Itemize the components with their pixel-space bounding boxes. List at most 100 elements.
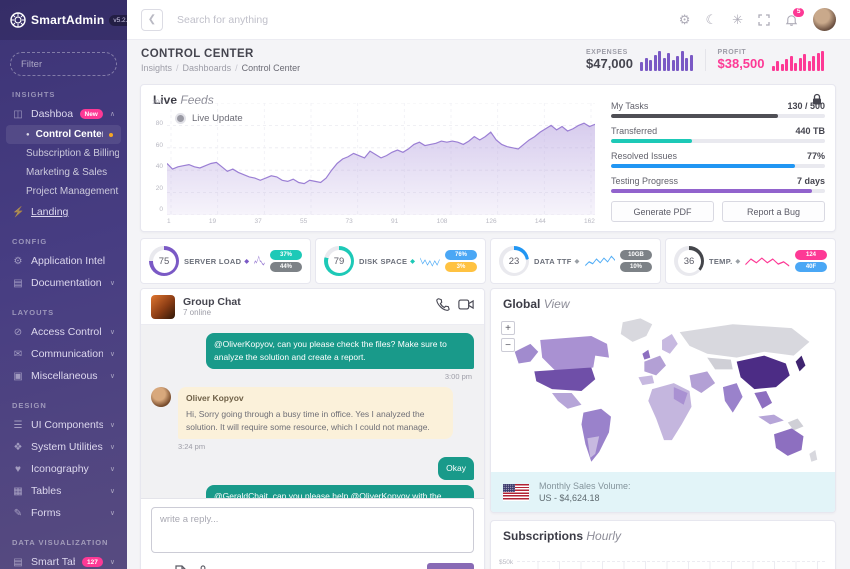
reply-button[interactable]: Reply <box>426 563 474 569</box>
phone-call-icon[interactable] <box>436 297 450 316</box>
notifications-bell-icon[interactable]: 5 <box>785 8 804 26</box>
lightning-icon: ⚡ <box>12 206 25 218</box>
dark-mode-moon-icon[interactable]: ☾ <box>705 13 717 26</box>
sidebar-item-forms[interactable]: ✎ Forms ∨ <box>0 502 127 524</box>
stat-badge: 37% <box>270 250 302 260</box>
app-name: SmartAdmin <box>31 13 105 27</box>
sidebar-item-landing[interactable]: ⚡ Landing <box>0 201 127 223</box>
stat-card-disk-space: 79 DISK SPACE ◆ 76% 3% <box>315 238 486 284</box>
live-chart-x-axis: 1 19 37 55 73 91 108 126 144 162 <box>167 218 595 225</box>
microphone-icon[interactable] <box>198 564 208 569</box>
sidebar-item-iconography[interactable]: ♥ Iconography ∨ <box>0 458 127 480</box>
monthly-sales-footer: Monthly Sales Volume: US - $4,624.18 <box>491 472 835 512</box>
sidebar-item-control-center[interactable]: ● Control Center <box>6 125 121 144</box>
server-load-sparkline <box>254 255 265 266</box>
sidebar-item-marketing-sales[interactable]: Marketing & Sales <box>0 163 127 182</box>
data-ttf-ring: 23 <box>499 246 529 276</box>
user-avatar[interactable] <box>813 8 836 31</box>
chat-title: Group Chat <box>183 296 241 308</box>
expenses-value: $47,000 <box>586 56 633 71</box>
breadcrumb-insights[interactable]: Insights <box>141 63 172 73</box>
fullscreen-icon[interactable] <box>758 13 770 26</box>
sidebar-item-miscellaneous[interactable]: ▣ Miscellaneous ∨ <box>0 365 127 387</box>
sidebar-item-ui-components[interactable]: ☰ UI Components ∨ <box>0 414 127 436</box>
stat-badge: 76% <box>445 250 477 260</box>
progress-track <box>611 114 825 118</box>
sales-volume-value: US - $4,624.18 <box>539 493 600 503</box>
sidebar-item-dashboards[interactable]: ◫ Dashboards New ∧ <box>0 103 127 125</box>
chat-message-sent: @GeraldChait, can you please help @Olive… <box>151 484 474 498</box>
profit-minibar-chart <box>771 51 824 71</box>
live-update-radio-icon[interactable] <box>175 113 186 124</box>
progress-track <box>611 164 825 168</box>
disk-space-ring: 79 <box>324 246 354 276</box>
gear-icon: ⚙ <box>13 255 23 267</box>
task-transferred: Transferred 440 TB <box>611 126 825 143</box>
page-title: CONTROL CENTER <box>141 47 254 60</box>
generate-pdf-button[interactable]: Generate PDF <box>611 201 714 222</box>
stat-badge: 10GB <box>620 250 652 260</box>
map-zoom-in-button[interactable]: + <box>501 321 515 335</box>
sidebar-item-communication[interactable]: ✉ Communication ∨ <box>0 343 127 365</box>
task-testing-progress: Testing Progress 7 days <box>611 176 825 193</box>
theme-shutter-icon[interactable]: ✳ <box>732 13 743 26</box>
profit-value: $38,500 <box>717 56 765 71</box>
heart-icon: ♥ <box>15 463 21 475</box>
archive-icon: ▣ <box>13 370 23 382</box>
version-badge: v5.2.0 <box>109 14 127 26</box>
map-zoom-out-button[interactable]: − <box>501 338 515 352</box>
stat-card-server-load: 75 SERVER LOAD ◆ 37% 44% <box>140 238 311 284</box>
subscriptions-y-tick: $50k <box>499 559 514 566</box>
global-view-title: Global View <box>503 297 570 311</box>
stat-badge: 44% <box>270 262 302 272</box>
sidebar-item-subscription-billing[interactable]: Subscription & Billing <box>0 144 127 163</box>
sidebar-item-access-control[interactable]: ⊘ Access Control ∨ <box>0 321 127 343</box>
search-input[interactable]: Search for anything <box>177 14 679 26</box>
chevron-down-icon: ∨ <box>109 422 115 429</box>
sidebar-item-project-management[interactable]: Project Management <box>0 182 127 201</box>
chat-message-sent: @OliverKopyov, can you please check the … <box>151 333 474 369</box>
server-load-ring: 75 <box>149 246 179 276</box>
sidebar-item-application-intel[interactable]: ⚙ Application Intel <box>0 250 127 272</box>
live-chart-y-axis: 100 80 60 40 20 0 <box>152 99 163 213</box>
chat-message-list[interactable]: @OliverKopyov, can you please check the … <box>141 325 484 498</box>
count-badge: 127 <box>82 557 103 567</box>
world-map[interactable] <box>497 313 831 473</box>
sidebar-collapse-button[interactable]: ❮ <box>141 8 163 31</box>
sidebar-item-system-utilities[interactable]: ❖ System Utilities ∨ <box>0 436 127 458</box>
table-icon: ▦ <box>13 485 23 497</box>
sender-name: Oliver Kopyov <box>186 392 244 403</box>
settings-gear-icon[interactable]: ⚙ <box>679 13 691 26</box>
subscriptions-panel: Subscriptions Hourly $50k <box>490 520 836 569</box>
message-time: 3:24 pm <box>178 441 206 451</box>
live-feeds-panel: Live Feeds 100 80 60 40 20 0 1 19 37 55 73 91 … <box>140 84 836 232</box>
chat-online-count: 7 online <box>183 308 212 317</box>
app-logo[interactable]: SmartAdmin v5.2.0 <box>0 0 127 40</box>
chevron-down-icon: ∨ <box>109 466 115 473</box>
smartadmin-logo-icon <box>10 12 26 28</box>
video-call-icon[interactable] <box>458 298 474 316</box>
sidebar-item-smart-tables[interactable]: ▤ Smart Tables 127 ∨ <box>0 551 127 569</box>
group-chat-panel: Group Chat 7 online @OliverKopyov, can y… <box>140 288 485 569</box>
reply-input[interactable] <box>151 507 474 553</box>
breadcrumb-current: Control Center <box>241 62 301 73</box>
section-label-config: Config <box>12 237 48 246</box>
section-label-layouts: Layouts <box>12 308 55 317</box>
notification-count-badge: 5 <box>793 8 804 17</box>
report-bug-button[interactable]: Report a Bug <box>722 201 825 222</box>
chevron-down-icon: ∨ <box>109 351 115 358</box>
sidebar-filter-input[interactable] <box>10 52 117 76</box>
stat-card-data-ttf: 23 DATA TTF ◆ 10GB 10% <box>490 238 661 284</box>
chevron-down-icon: ∨ <box>109 488 115 495</box>
subscriptions-chart-grid <box>517 561 825 569</box>
sales-volume-label: Monthly Sales Volume: <box>539 481 631 491</box>
chat-reply-area: ☺ Reply <box>141 498 484 569</box>
profit-kpi: PROFIT $38,500 <box>704 49 837 71</box>
attach-file-icon[interactable] <box>175 564 186 569</box>
oliver-avatar <box>151 386 171 407</box>
sidebar-item-tables[interactable]: ▦ Tables ∨ <box>0 480 127 502</box>
breadcrumb-dashboards[interactable]: Dashboards <box>183 63 232 73</box>
disk-space-label: DISK SPACE ◆ <box>359 256 416 266</box>
sidebar-item-documentation[interactable]: ▤ Documentation ∨ <box>0 272 127 294</box>
live-update-toggle[interactable]: Live Update <box>175 113 243 124</box>
